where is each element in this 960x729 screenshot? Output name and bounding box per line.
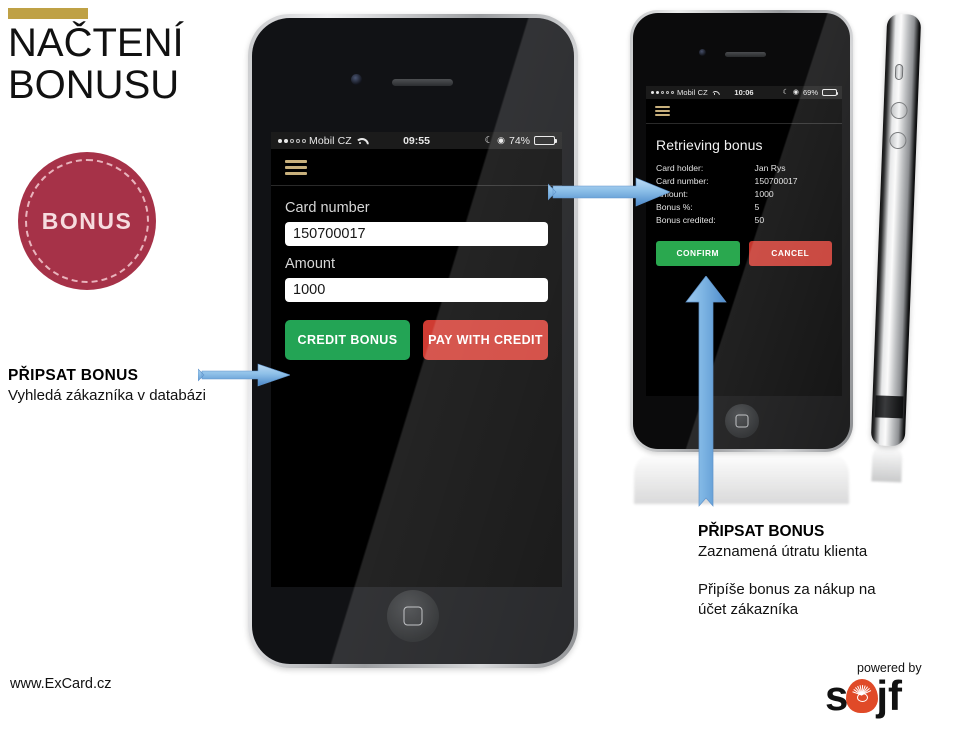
retrieving-bonus-panel: Retrieving bonus Card holder: Jan Rys Ca… (646, 124, 842, 266)
app-navbar-left (271, 149, 562, 186)
credit-bonus-form: Card number 150700017 Amount 1000 CREDIT… (271, 186, 562, 360)
detail-value: 5 (754, 201, 760, 212)
phone-side-reflection (871, 445, 903, 483)
caption-right-subtitle2-line1: Připíše bonus za nákup na (698, 580, 876, 598)
do-not-disturb-icon: ☾ (484, 134, 494, 146)
app-navbar-right (646, 99, 842, 124)
caption-right-subtitle: Zaznamená útratu klienta (698, 543, 868, 561)
rotation-lock-icon: ◉ (497, 135, 505, 145)
amount-input[interactable]: 1000 (285, 278, 548, 302)
credit-bonus-button[interactable]: CREDIT BONUS (285, 320, 410, 360)
battery-percent-label: 74% (508, 134, 530, 147)
amount-label: Amount (285, 256, 335, 272)
arrow-right-large-icon (548, 176, 670, 208)
detail-value: 50 (754, 214, 765, 225)
battery-icon (822, 89, 838, 96)
arrow-up-icon (684, 276, 728, 514)
shell-icon (846, 678, 879, 713)
phone-left-screen: Mobil CZ 09:55 ☾ ◉ 74% Card number 15070… (271, 132, 562, 587)
battery-percent-label: 69% (802, 88, 818, 97)
front-camera-icon (699, 49, 706, 56)
table-row: Card number: 150700017 (656, 175, 832, 188)
hamburger-icon[interactable] (655, 104, 670, 118)
accent-bar (8, 8, 88, 19)
page-title-line1: NAČTENÍ (8, 21, 184, 65)
hamburger-icon[interactable] (285, 157, 307, 178)
detail-key: Bonus %: (656, 201, 693, 212)
detail-value: 150700017 (754, 176, 798, 187)
detail-key: Card holder: (656, 163, 704, 174)
pay-with-credit-button[interactable]: PAY WITH CREDIT (423, 320, 548, 360)
logo-text-left: s (825, 671, 849, 719)
page-title-line2: BONUSU (8, 63, 180, 107)
confirm-button[interactable]: CONFIRM (656, 240, 740, 266)
bonus-details-table: Card holder: Jan Rys Card number: 150700… (656, 162, 832, 227)
bonus-badge: BONUS (18, 152, 156, 290)
mute-switch-icon (894, 63, 904, 81)
table-row: Bonus %: 5 (656, 201, 832, 214)
table-row: Amount: 1000 (656, 188, 832, 201)
powered-by-label: powered by (857, 661, 922, 675)
rotation-lock-icon: ◉ (792, 89, 799, 96)
earpiece-speaker (725, 52, 766, 57)
do-not-disturb-icon: ☾ (782, 89, 789, 96)
card-number-input[interactable]: 150700017 (285, 222, 548, 246)
home-square-icon (735, 414, 748, 428)
footer-website-url[interactable]: www.ExCard.cz (10, 676, 112, 692)
home-button-left[interactable] (387, 590, 439, 642)
caption-right: PŘIPSAT BONUS Zaznamená útratu klienta P… (698, 522, 923, 620)
detail-key: Card number: (656, 176, 709, 187)
detail-value: Jan Rys (754, 163, 786, 174)
bonus-badge-label: BONUS (41, 207, 133, 234)
detail-key: Bonus credited: (656, 214, 716, 225)
home-button-right[interactable] (724, 404, 759, 438)
phone-device-right: Mobil CZ 10:06 ☾ ◉ 69% Retrieving bonus (630, 10, 853, 452)
table-row: Card holder: Jan Rys (656, 162, 832, 175)
caption-right-title: PŘIPSAT BONUS (698, 523, 825, 540)
earpiece-speaker (392, 79, 453, 86)
front-camera-icon (351, 74, 362, 85)
caption-left-subtitle: Vyhledá zákazníka v databázi (8, 387, 206, 405)
cancel-button[interactable]: CANCEL (748, 240, 832, 266)
home-square-icon (403, 606, 423, 626)
table-row: Bonus credited: 50 (656, 214, 832, 227)
retrieving-bonus-heading: Retrieving bonus (656, 137, 763, 153)
status-bar-left: Mobil CZ 09:55 ☾ ◉ 74% (271, 132, 562, 149)
phone-device-left: Mobil CZ 09:55 ☾ ◉ 74% Card number 15070… (248, 14, 578, 668)
antenna-band (874, 395, 904, 419)
phone-device-side-profile (870, 13, 922, 483)
card-number-label: Card number (285, 200, 370, 216)
phone-right-screen: Mobil CZ 10:06 ☾ ◉ 69% Retrieving bonus (646, 86, 842, 396)
detail-value: 1000 (754, 188, 774, 199)
status-bar-right: Mobil CZ 10:06 ☾ ◉ 69% (646, 86, 842, 99)
powered-by-logo: powered by s jf (825, 662, 950, 716)
battery-icon (534, 135, 557, 146)
arrow-right-small-icon (198, 362, 290, 388)
page-title: NAČTENÍ BONUSU (8, 22, 238, 106)
detail-key: Amount: (656, 188, 689, 199)
caption-right-subtitle2-line2: účet zákazníka (698, 600, 799, 618)
logo-text-right: jf (876, 671, 903, 719)
phone-reflection (634, 452, 849, 504)
